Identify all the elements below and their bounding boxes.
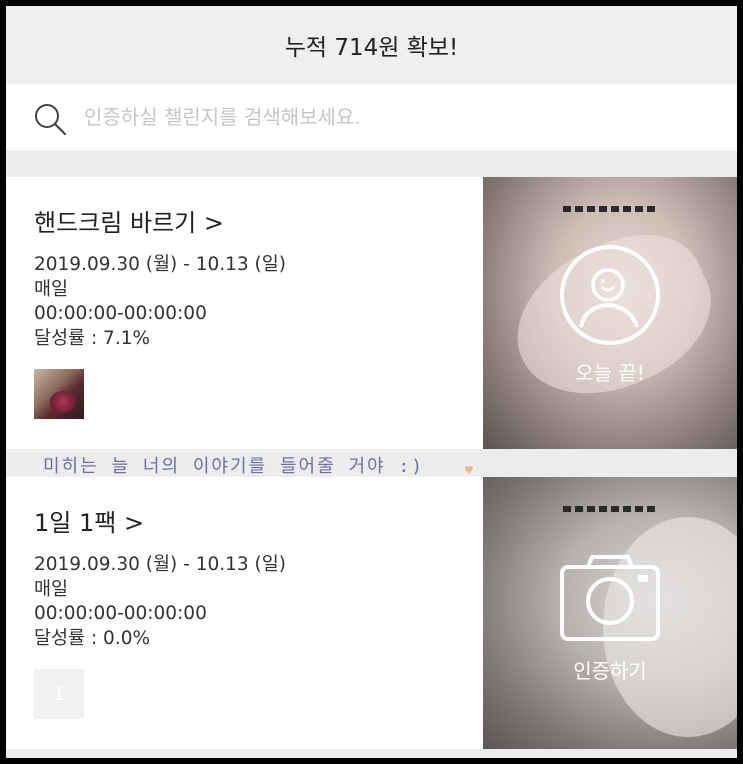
- status-label: 오늘 끝!: [575, 361, 645, 385]
- challenge-period: 2019.09.30 (월) - 10.13 (일): [34, 254, 286, 275]
- section-divider: [6, 749, 737, 758]
- challenge-time-range: 00:00:00-00:00:00: [34, 303, 207, 324]
- app-frame: 누적 714원 확보! 핸드크림 바르기 > 2019.09.30 (월) - …: [6, 6, 737, 758]
- challenge-info: 핸드크림 바르기 > 2019.09.30 (월) - 10.13 (일) 매일…: [34, 177, 474, 449]
- heart-icon: ♥: [464, 464, 474, 477]
- challenge-status-panel[interactable]: 오늘 끝!: [483, 177, 737, 449]
- progress-dashes: [563, 506, 658, 512]
- profile-circle-icon: [560, 245, 660, 345]
- section-divider: [6, 150, 737, 177]
- challenge-time-range: 00:00:00-00:00:00: [34, 603, 207, 624]
- search-icon[interactable]: [33, 102, 67, 136]
- thumbnail-count: 1: [53, 683, 65, 705]
- proof-thumbnail-placeholder[interactable]: 1: [34, 669, 84, 719]
- camera-icon[interactable]: [558, 549, 662, 645]
- proof-thumbnail[interactable]: [34, 369, 84, 419]
- search-bar[interactable]: [6, 84, 737, 150]
- challenge-title[interactable]: 핸드크림 바르기 >: [34, 203, 224, 238]
- challenge-details: 2019.09.30 (월) - 10.13 (일) 매일 00:00:00-0…: [34, 553, 286, 651]
- challenge-info: 1일 1팩 > 2019.09.30 (월) - 10.13 (일) 매일 00…: [34, 477, 474, 749]
- challenge-details: 2019.09.30 (월) - 10.13 (일) 매일 00:00:00-0…: [34, 253, 286, 351]
- challenge-period: 2019.09.30 (월) - 10.13 (일): [34, 554, 286, 575]
- challenge-achievement: 달성률 : 0.0%: [34, 627, 151, 649]
- search-input[interactable]: [84, 98, 704, 136]
- progress-dashes: [563, 206, 658, 212]
- challenge-title[interactable]: 1일 1팩 >: [34, 503, 144, 538]
- handwritten-note: 미히는 늘 너의 이야기를 들어줄 거야 :): [43, 456, 425, 477]
- challenge-card[interactable]: 핸드크림 바르기 > 2019.09.30 (월) - 10.13 (일) 매일…: [6, 177, 737, 449]
- reward-header: 누적 714원 확보!: [6, 6, 737, 84]
- verify-button-label[interactable]: 인증하기: [483, 655, 737, 684]
- challenge-status-panel[interactable]: 인증하기: [483, 477, 737, 749]
- header-title: 누적 714원 확보!: [284, 35, 459, 61]
- challenge-card[interactable]: 1일 1팩 > 2019.09.30 (월) - 10.13 (일) 매일 00…: [6, 477, 737, 749]
- challenge-frequency: 매일: [34, 578, 69, 600]
- challenge-achievement: 달성률 : 7.1%: [34, 327, 151, 349]
- challenge-frequency: 매일: [34, 278, 69, 300]
